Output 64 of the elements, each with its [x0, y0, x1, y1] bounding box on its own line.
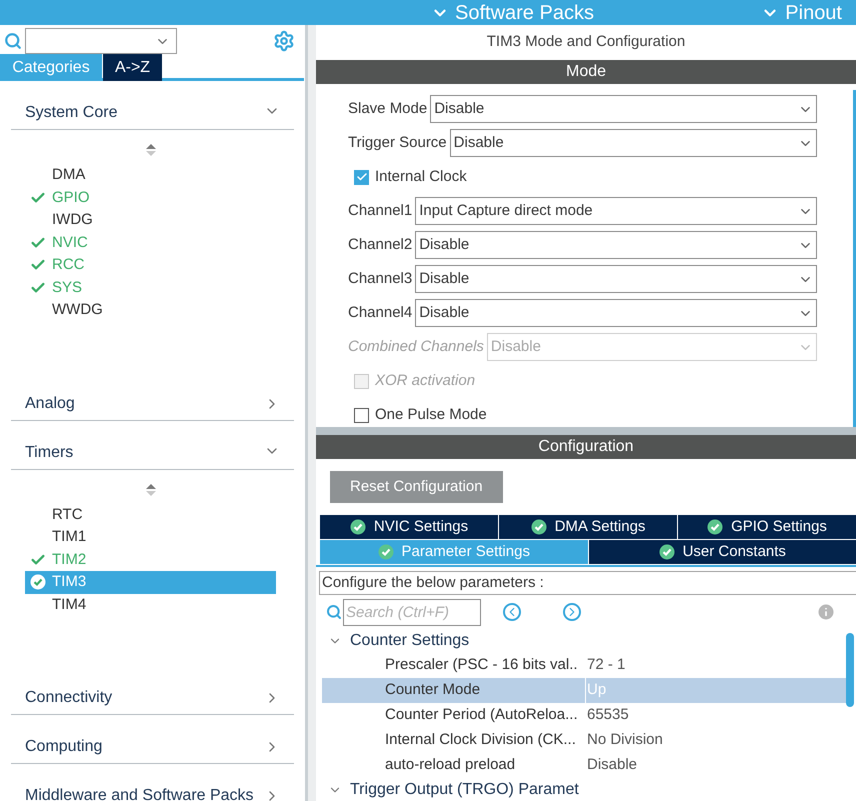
check-circle-icon — [378, 544, 394, 560]
check-circle-icon — [658, 544, 675, 560]
sort-icon[interactable] — [146, 144, 156, 156]
sort-icon[interactable] — [146, 484, 156, 496]
field-label: Channel2 — [348, 234, 412, 255]
select-field[interactable]: Disable — [450, 129, 817, 157]
info-icon[interactable] — [816, 602, 836, 622]
select-field[interactable]: Disable — [415, 231, 817, 259]
checkbox[interactable] — [354, 170, 369, 184]
parameter-row[interactable]: Counter Mode Up — [322, 678, 846, 703]
config-tab[interactable]: User Constants — [588, 540, 856, 564]
parameter-row[interactable]: Counter Period (AutoReloa... 65535 — [322, 703, 846, 728]
category-header[interactable]: Analog — [11, 372, 294, 420]
section-header: Configuration — [316, 435, 856, 459]
scrollbar[interactable] — [846, 633, 854, 707]
search-combo-field[interactable] — [25, 28, 177, 54]
checkbox-label: XOR activation — [375, 370, 476, 391]
select-field[interactable]: Disable — [415, 265, 817, 293]
search-icon[interactable] — [4, 32, 22, 50]
parameter-row[interactable]: auto-reload preload Disable — [322, 753, 846, 778]
config-tab[interactable]: NVIC Settings — [320, 515, 498, 539]
field-label: Slave Mode — [348, 98, 428, 119]
category-header[interactable]: Computing — [11, 715, 294, 764]
sidebar-tab[interactable]: A->Z — [103, 54, 162, 81]
parameter-row[interactable]: Internal Clock Division (CK... No Division — [322, 728, 846, 753]
select-field[interactable]: Disable — [430, 95, 817, 123]
hint-text: Configure the below parameters : — [319, 571, 856, 595]
field-label: Channel3 — [348, 268, 412, 289]
config-tab[interactable]: DMA Settings — [499, 515, 677, 539]
parameter-group[interactable]: Counter Settings — [322, 629, 846, 653]
checkbox-label: Internal Clock — [375, 166, 467, 187]
panel-splitter[interactable] — [305, 25, 316, 801]
category-header[interactable]: System Core — [11, 81, 294, 130]
search-icon — [326, 604, 342, 620]
checkbox[interactable] — [354, 408, 369, 422]
peripheral-item[interactable]: TIM1 — [25, 526, 276, 548]
previous-icon[interactable] — [503, 603, 521, 621]
next-icon[interactable] — [563, 603, 581, 621]
select-field[interactable]: Disable — [415, 299, 817, 327]
peripheral-item[interactable]: RTC — [25, 504, 276, 526]
category-header[interactable]: Timers — [11, 420, 294, 470]
category-header[interactable]: Connectivity — [11, 666, 294, 715]
parameter-group[interactable]: Trigger Output (TRGO) Paramet — [322, 778, 846, 801]
field-label: Channel1 — [348, 200, 412, 221]
peripheral-item[interactable]: DMA — [25, 164, 276, 186]
checkbox-label: One Pulse Mode — [375, 404, 487, 425]
field-label: Combined Channels — [348, 336, 484, 357]
check-circle-icon — [350, 519, 366, 535]
scrollbar[interactable] — [853, 90, 856, 427]
field-label: Trigger Source — [348, 132, 447, 153]
section-header: Mode — [316, 60, 856, 84]
peripheral-item[interactable]: IWDG — [25, 209, 276, 232]
check-circle-icon — [30, 574, 46, 590]
field-label: Channel4 — [348, 302, 412, 323]
category-header[interactable]: Middleware and Software Packs — [11, 764, 294, 801]
search-field[interactable]: Search (Ctrl+F) — [343, 598, 481, 626]
peripheral-item[interactable]: WWDG — [25, 299, 276, 322]
settings-icon[interactable] — [273, 30, 295, 52]
select-field[interactable]: Input Capture direct mode — [415, 197, 817, 225]
panel-title: TIM3 Mode and Configuration — [486, 32, 686, 52]
check-circle-icon — [530, 519, 547, 535]
peripheral-item[interactable]: TIM4 — [25, 594, 276, 616]
config-tab[interactable]: GPIO Settings — [678, 515, 856, 539]
check-circle-icon — [707, 519, 724, 535]
